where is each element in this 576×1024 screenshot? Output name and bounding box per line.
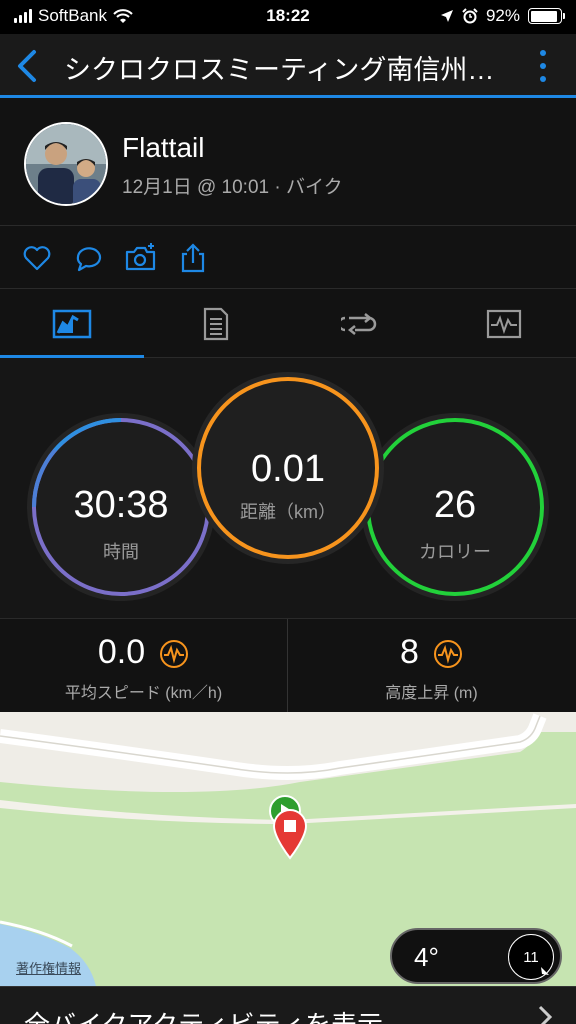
battery-percent: 92% [485,6,520,25]
stats-list-icon [203,307,229,341]
map-credit-link[interactable]: 著作権情報 [16,958,81,977]
share-icon[interactable] [176,241,210,275]
activity-datetime: 12月1日 @ 10:01 · バイク [122,177,343,198]
avg-speed-stat[interactable]: 0.0 平均スピード (km／h) [0,619,287,713]
add-photo-camera-icon[interactable] [124,241,158,275]
activity-map[interactable]: 著作権情報 4° 11 [0,712,576,986]
laps-loop-icon [341,313,377,335]
status-bar: SoftBank 18:22 92% [0,0,576,34]
all-activities-label: 全バイクアクティビティを表示 [24,1005,383,1024]
elevation-label: 高度上昇 (m) [385,685,478,702]
secondary-stats: 0.0 平均スピード (km／h) 8 高度上昇 (m) [0,618,576,713]
distance-gauge[interactable]: 0.01 距離（km） [190,370,386,566]
tab-overview[interactable] [0,290,144,359]
distance-label: 距離（km） [240,502,336,522]
action-bar [0,227,576,289]
chevron-right-icon [538,1005,553,1024]
elevation-pulse-icon [433,639,463,669]
speed-pulse-icon [159,639,189,669]
tab-laps[interactable] [288,290,432,358]
more-menu-icon[interactable] [538,46,548,86]
elevation-stat[interactable]: 8 高度上昇 (m) [288,619,575,713]
status-right: 92% [440,6,565,26]
wind-speed: 11 [523,949,539,966]
calories-label: カロリー [419,542,491,562]
calories-value: 26 [433,484,477,526]
avatar[interactable] [24,122,108,206]
distance-value: 0.01 [251,448,325,490]
stop-marker-icon[interactable] [270,806,310,862]
weather-widget[interactable]: 4° 11 [390,928,562,984]
page-title: シクロクロスミーティング南信州… [64,55,495,85]
tab-stats[interactable] [144,290,288,358]
avg-speed-value: 0.0 [97,633,146,671]
activity-header: Flattail 12月1日 @ 10:01 · バイク [0,100,576,226]
tab-bar [0,290,576,359]
time-value: 30:38 [73,484,169,526]
location-arrow-icon [440,10,453,22]
temperature: 4° [414,942,439,972]
overview-map-icon [52,309,92,339]
comment-bubble-icon[interactable] [72,241,106,275]
alarm-icon [462,8,478,24]
summary-gauges: 30:38 時間 26 カロリー 0.01 距離（km） [0,358,576,618]
calories-gauge[interactable]: 26 カロリー [358,410,552,604]
time-gauge[interactable]: 30:38 時間 [24,410,218,604]
wind-direction-icon [541,967,549,975]
nav-bar: シクロクロスミーティング南信州… [0,34,576,98]
user-name[interactable]: Flattail [122,132,204,164]
like-heart-icon[interactable] [20,241,54,275]
time-label: 時間 [103,542,139,562]
wind-indicator: 11 [508,934,554,980]
back-chevron-icon[interactable] [10,46,46,86]
chart-icon [486,309,522,339]
elevation-value: 8 [400,633,419,671]
tab-charts[interactable] [432,290,576,358]
avg-speed-label: 平均スピード (km／h) [64,685,223,702]
all-activities-link[interactable]: 全バイクアクティビティを表示 [0,986,576,1024]
battery-icon [528,8,565,24]
